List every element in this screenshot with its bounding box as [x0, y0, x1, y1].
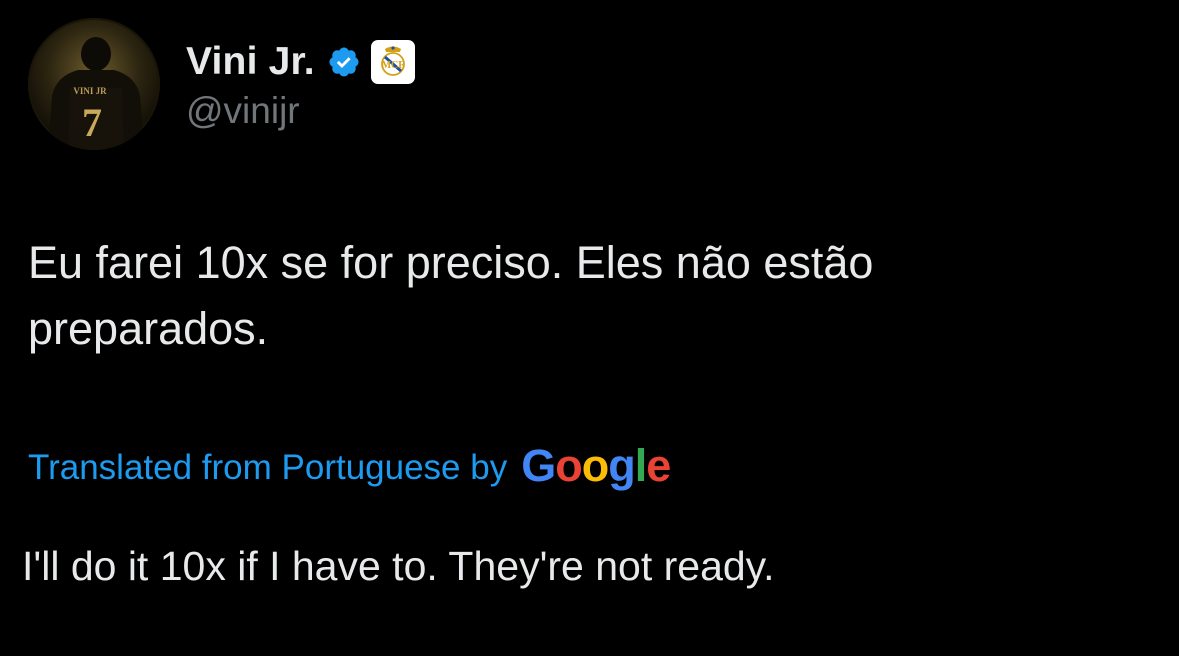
- tweet: VINI JR 7 Vini Jr. MCF @vinijr Eu farei …: [0, 0, 1179, 656]
- avatar-image: VINI JR 7: [48, 37, 144, 150]
- svg-text:MCF: MCF: [381, 60, 404, 71]
- google-letter-g: g: [608, 440, 635, 491]
- user-handle[interactable]: @vinijr: [186, 90, 415, 132]
- google-letter-l: l: [634, 440, 647, 491]
- google-letter-o2: o: [581, 440, 609, 491]
- avatar[interactable]: VINI JR 7: [28, 18, 160, 150]
- avatar-jersey-text: VINI JR: [73, 86, 107, 96]
- avatar-jersey-number: 7: [82, 100, 102, 145]
- user-names: Vini Jr. MCF @vinijr: [186, 36, 415, 132]
- translation-attribution: Translated from Portuguese by Google: [28, 440, 671, 496]
- tweet-text: Eu farei 10x se for preciso. Eles não es…: [28, 237, 874, 354]
- google-letter-e: e: [646, 440, 671, 491]
- display-name[interactable]: Vini Jr.: [186, 40, 315, 84]
- real-madrid-crest-icon[interactable]: MCF: [370, 40, 415, 84]
- verified-badge-icon[interactable]: [327, 45, 361, 79]
- tweet-header: VINI JR 7 Vini Jr. MCF @vinijr: [28, 18, 415, 150]
- google-letter-o1: o: [555, 440, 582, 491]
- translated-tweet-text: I'll do it 10x if I have to. They're not…: [22, 543, 775, 589]
- translated-from-link[interactable]: Translated from Portuguese by: [28, 448, 507, 488]
- google-logo: Google: [521, 440, 671, 492]
- google-letter-G: G: [521, 440, 556, 491]
- name-row: Vini Jr. MCF: [186, 36, 415, 88]
